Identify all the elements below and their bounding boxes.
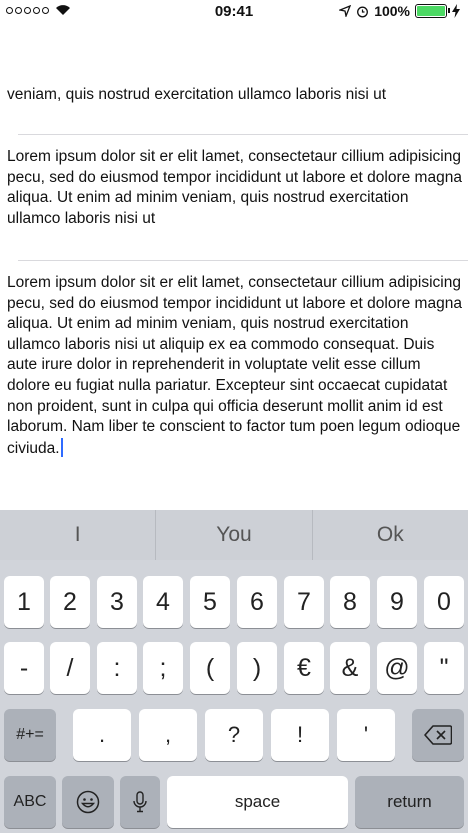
delete-key[interactable] [412, 709, 464, 761]
key-comma[interactable]: , [139, 709, 197, 761]
abc-key[interactable]: ABC [4, 776, 56, 828]
key-open-paren[interactable]: ( [190, 642, 230, 694]
dictation-key[interactable] [120, 776, 160, 828]
battery-percentage: 100% [374, 3, 410, 19]
partial-text-line: veniam, quis nostrud exercitation ullamc… [7, 86, 387, 103]
return-key[interactable]: return [355, 776, 464, 828]
emoji-icon [76, 790, 100, 814]
key-exclamation[interactable]: ! [271, 709, 329, 761]
prediction-ok[interactable]: Ok [313, 510, 468, 560]
keyboard: I You Ok 1 2 3 4 5 6 7 8 9 0 - / : ; ( )… [0, 510, 468, 833]
space-key[interactable]: space [167, 776, 348, 828]
battery-fill [417, 6, 445, 16]
key-apostrophe[interactable]: ' [337, 709, 395, 761]
alarm-clock-icon [357, 6, 369, 17]
status-bar: 09:41 100% [0, 0, 468, 26]
key-2[interactable]: 2 [50, 576, 90, 628]
emoji-key[interactable] [62, 776, 114, 828]
text-paragraph: Lorem ipsum dolor sit er elit lamet, con… [7, 148, 462, 227]
key-5[interactable]: 5 [190, 576, 230, 628]
key-6[interactable]: 6 [237, 576, 277, 628]
charging-bolt-icon [452, 4, 460, 18]
text-view[interactable]: veniam, quis nostrud exercitation ullamc… [0, 78, 468, 510]
key-at[interactable]: @ [377, 642, 417, 694]
status-right: 100% [339, 3, 460, 19]
text-paragraph: Lorem ipsum dolor sit er elit lamet, con… [7, 274, 462, 457]
key-8[interactable]: 8 [330, 576, 370, 628]
key-quote[interactable]: " [424, 642, 464, 694]
symbols-toggle-key[interactable]: #+= [4, 709, 56, 761]
prediction-i[interactable]: I [0, 510, 157, 560]
microphone-icon [133, 791, 147, 813]
key-0[interactable]: 0 [424, 576, 464, 628]
key-colon[interactable]: : [97, 642, 137, 694]
key-slash[interactable]: / [50, 642, 90, 694]
key-ampersand[interactable]: & [330, 642, 370, 694]
divider [18, 260, 468, 261]
key-question[interactable]: ? [205, 709, 263, 761]
key-semicolon[interactable]: ; [143, 642, 183, 694]
key-period[interactable]: . [73, 709, 131, 761]
location-arrow-icon [339, 5, 352, 17]
key-4[interactable]: 4 [143, 576, 183, 628]
text-cursor [60, 437, 63, 457]
text-paragraph-editing[interactable]: Lorem ipsum dolor sit er elit lamet, con… [7, 273, 462, 459]
key-hyphen[interactable]: - [4, 642, 44, 694]
predictive-bar: I You Ok [0, 510, 468, 560]
key-7[interactable]: 7 [284, 576, 324, 628]
divider [18, 134, 468, 135]
key-close-paren[interactable]: ) [237, 642, 277, 694]
prediction-you[interactable]: You [156, 510, 313, 560]
battery-icon [415, 4, 450, 18]
backspace-icon [424, 725, 452, 745]
key-3[interactable]: 3 [97, 576, 137, 628]
key-euro[interactable]: € [284, 642, 324, 694]
key-9[interactable]: 9 [377, 576, 417, 628]
key-1[interactable]: 1 [4, 576, 44, 628]
